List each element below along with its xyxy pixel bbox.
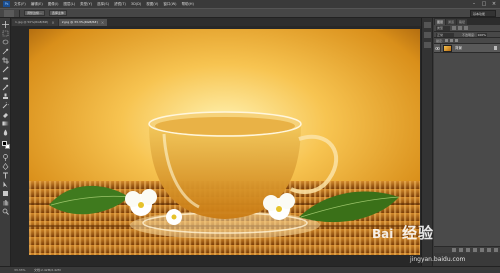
color-swatches[interactable] [2, 141, 10, 149]
opacity-input[interactable]: 100% [477, 32, 488, 37]
adjustments-panel-icon[interactable] [424, 42, 431, 48]
document-tab-bar: 1.jpg @ 50%(RGB/8#) × 2.jpg @ 33.3%(RGB/… [11, 18, 421, 26]
eye-icon[interactable] [434, 43, 441, 53]
canvas-area[interactable] [11, 26, 421, 266]
crop-icon[interactable] [2, 57, 9, 64]
trash-icon[interactable] [494, 248, 498, 252]
close-icon[interactable]: × [101, 19, 104, 26]
watermark-url: jingyan.baidu.com [410, 256, 466, 263]
maximize-button[interactable]: □ [480, 1, 488, 7]
layer-thumbnail [443, 44, 452, 52]
layer-name: 背景 [455, 45, 462, 50]
tab-channels[interactable]: 通道 [446, 19, 457, 25]
menu-window[interactable]: 窗口(W) [163, 2, 176, 7]
status-bar: 33.33% 文档:2.42M/2.42M [0, 266, 500, 273]
layer-filter-row: 类型 [434, 25, 500, 32]
dodge-icon[interactable] [2, 154, 9, 161]
tab-label: 2.jpg @ 33.3%(RGB/8#) [61, 20, 98, 24]
shape-icon[interactable] [2, 190, 9, 197]
add-mask-icon[interactable] [466, 248, 470, 252]
pen-icon[interactable] [2, 163, 9, 170]
watermark-brand: 经验 [402, 224, 435, 242]
zoom-level[interactable]: 33.33% [14, 268, 28, 272]
window-controls: – □ × [468, 1, 498, 7]
history-panel-icon[interactable] [424, 22, 431, 28]
new-group-icon[interactable] [480, 248, 484, 252]
lock-label: 锁定: [436, 38, 444, 43]
layers-panel-header: 图层 通道 路径 [434, 18, 500, 25]
layer-style-icon[interactable] [459, 248, 463, 252]
layers-panel-footer [434, 246, 500, 253]
blur-icon[interactable] [2, 129, 9, 136]
gradient-icon[interactable] [2, 120, 9, 127]
menu-view[interactable]: 视图(V) [146, 2, 158, 7]
menu-type[interactable]: 类型(Y) [80, 2, 92, 7]
tab-label: 1.jpg @ 50%(RGB/8#) [15, 20, 49, 24]
menu-select[interactable]: 选择(S) [97, 2, 109, 7]
menu-bar: Ps 文件(F) 编辑(E) 图像(I) 图层(L) 类型(Y) 选择(S) 滤… [0, 0, 500, 8]
eyedropper-icon[interactable] [2, 66, 9, 73]
options-separator [19, 9, 20, 17]
menu-file[interactable]: 文件(F) [14, 2, 26, 7]
zoom-icon[interactable] [2, 208, 9, 215]
foreground-color-swatch[interactable] [2, 141, 7, 146]
layer-kind-filter[interactable]: 类型 [436, 25, 450, 31]
layers-panel: 图层 通道 路径 类型 正常 不透明度: 100% 锁定: 背景 [434, 18, 500, 266]
opacity-label: 不透明度: [462, 32, 476, 37]
type-icon[interactable] [2, 172, 9, 179]
menu-edit[interactable]: 编辑(E) [31, 2, 43, 7]
tab-layers[interactable]: 图层 [435, 19, 446, 25]
marquee-icon[interactable] [2, 30, 9, 37]
document-info: 文档:2.42M/2.42M [34, 268, 61, 272]
lock-position-icon[interactable] [450, 39, 454, 42]
minimize-button[interactable]: – [470, 1, 478, 7]
lock-pixels-icon[interactable] [445, 39, 449, 42]
baidu-paw-logo: Bai [372, 227, 393, 241]
select-subject-button[interactable]: 选择主体 [48, 10, 67, 16]
move-icon[interactable] [2, 21, 9, 28]
blend-mode-select[interactable]: 正常 [436, 32, 454, 37]
layer-row-background[interactable]: 背景 [434, 43, 500, 53]
tool-preset-picker[interactable] [4, 9, 14, 17]
quick-select-icon[interactable] [2, 48, 9, 55]
refine-edge-button[interactable]: 调整边缘... [24, 10, 45, 16]
baidu-watermark: Bai 经验 [372, 222, 434, 243]
wm-logo-text: Bai [372, 227, 393, 241]
hand-icon[interactable] [2, 199, 9, 206]
layers-list-empty-area [434, 53, 500, 246]
clone-stamp-icon[interactable] [2, 93, 9, 100]
tab-paths[interactable]: 路径 [457, 19, 468, 25]
menu-image[interactable]: 图像(I) [48, 2, 59, 7]
workspace-select[interactable]: 基本功能 [470, 10, 496, 17]
menu-layer[interactable]: 图层(L) [63, 2, 75, 7]
new-adjustment-icon[interactable] [473, 248, 477, 252]
tab-document-2[interactable]: 2.jpg @ 33.3%(RGB/8#) × [58, 19, 108, 26]
lock-icon [494, 46, 497, 50]
photoshop-logo: Ps [3, 1, 10, 7]
history-brush-icon[interactable] [2, 102, 9, 109]
options-bar: 调整边缘... 选择主体 基本功能 [0, 8, 500, 18]
filter-adjustment-icon[interactable] [458, 26, 462, 30]
healing-brush-icon[interactable] [2, 75, 9, 82]
eraser-icon[interactable] [2, 111, 9, 118]
close-window-button[interactable]: × [490, 1, 498, 7]
lasso-icon[interactable] [2, 39, 9, 46]
close-icon[interactable]: × [51, 19, 54, 26]
tea-cup-photo [29, 29, 420, 255]
tab-document-1[interactable]: 1.jpg @ 50%(RGB/8#) × [12, 19, 58, 26]
path-select-icon[interactable] [2, 181, 9, 188]
menu-filter[interactable]: 滤镜(T) [114, 2, 126, 7]
link-layers-icon[interactable] [452, 248, 456, 252]
new-layer-icon[interactable] [487, 248, 491, 252]
filter-type-icon[interactable] [464, 26, 468, 30]
menu-3d[interactable]: 3D(D) [131, 2, 141, 6]
flower-small [166, 209, 182, 225]
tools-panel [0, 18, 11, 266]
filter-pixel-icon[interactable] [452, 26, 456, 30]
menu-help[interactable]: 帮助(H) [182, 2, 194, 7]
document-canvas[interactable] [29, 29, 420, 255]
lock-all-icon[interactable] [455, 39, 459, 42]
properties-panel-icon[interactable] [424, 32, 431, 38]
brush-icon[interactable] [2, 84, 9, 91]
